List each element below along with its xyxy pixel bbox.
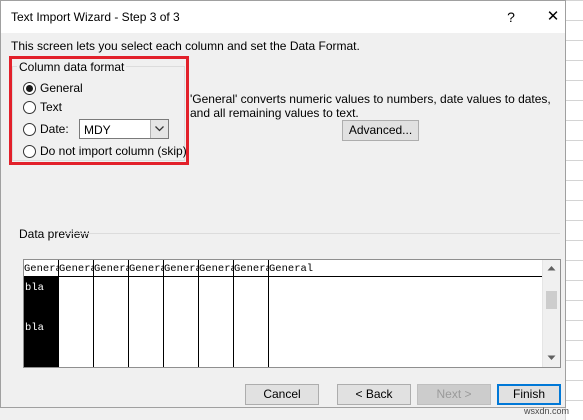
preview-cell: bla xyxy=(25,282,44,294)
scroll-up-icon[interactable] xyxy=(547,265,556,271)
advanced-button[interactable]: Advanced... xyxy=(342,120,419,141)
title-bar: Text Import Wizard - Step 3 of 3 ? ✕ xyxy=(1,1,565,33)
preview-column-header[interactable]: General xyxy=(59,260,94,276)
finish-button[interactable]: Finish xyxy=(497,384,561,405)
format-description: 'General' converts numeric values to num… xyxy=(190,92,551,120)
preview-column-header[interactable]: General xyxy=(164,260,199,276)
data-preview-label: Data preview xyxy=(19,227,90,241)
cancel-button[interactable]: Cancel xyxy=(245,384,319,405)
window-title: Text Import Wizard - Step 3 of 3 xyxy=(11,10,180,24)
preview-vertical-scrollbar[interactable] xyxy=(542,260,560,367)
preview-column-header[interactable]: General xyxy=(199,260,234,276)
column-divider xyxy=(93,276,94,367)
preview-header-row: General General General General General … xyxy=(24,260,544,277)
column-divider xyxy=(58,276,59,367)
text-import-wizard-dialog: Text Import Wizard - Step 3 of 3 ? ✕ Thi… xyxy=(0,0,566,408)
column-divider xyxy=(198,276,199,367)
background-spreadsheet xyxy=(565,0,583,420)
preview-column-header[interactable]: General xyxy=(24,260,59,276)
column-divider xyxy=(163,276,164,367)
close-button[interactable]: ✕ xyxy=(538,5,568,29)
column-divider xyxy=(128,276,129,367)
watermark: wsxdn.com xyxy=(524,406,570,416)
preview-cell: bla xyxy=(25,322,44,334)
selected-column[interactable]: bla bla xyxy=(24,276,58,367)
back-button[interactable]: < Back xyxy=(337,384,411,405)
column-divider xyxy=(233,276,234,367)
next-button[interactable]: Next > xyxy=(417,384,491,405)
intro-text: This screen lets you select each column … xyxy=(11,39,360,53)
preview-column-header[interactable]: General xyxy=(94,260,129,276)
data-preview-divider xyxy=(65,233,560,234)
scroll-down-icon[interactable] xyxy=(547,355,556,361)
preview-column-header[interactable]: General xyxy=(129,260,164,276)
help-button[interactable]: ? xyxy=(496,5,526,29)
preview-column-header[interactable]: General xyxy=(269,260,349,276)
preview-column-header[interactable]: General xyxy=(234,260,269,276)
column-divider xyxy=(268,276,269,367)
highlight-box xyxy=(9,56,189,165)
data-preview-grid[interactable]: General General General General General … xyxy=(23,259,561,368)
scroll-thumb[interactable] xyxy=(546,291,557,309)
